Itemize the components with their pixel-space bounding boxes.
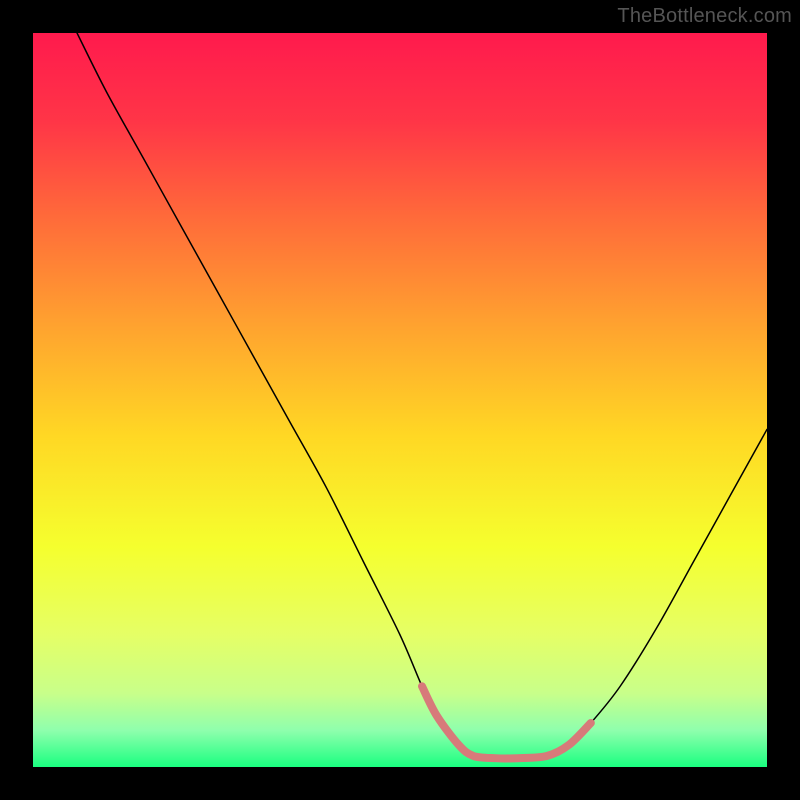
- chart-svg: [33, 33, 767, 767]
- gradient-background: [33, 33, 767, 767]
- bottleneck-chart: [33, 33, 767, 767]
- chart-container: TheBottleneck.com: [0, 0, 800, 800]
- watermark-label: TheBottleneck.com: [617, 5, 792, 28]
